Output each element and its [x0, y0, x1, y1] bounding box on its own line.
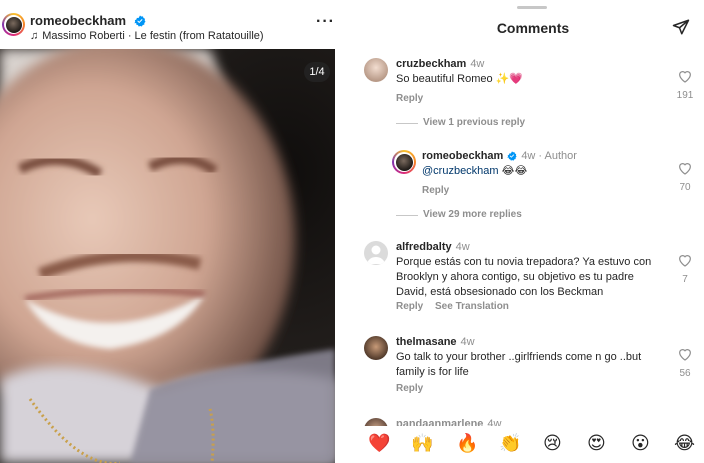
post-author-avatar[interactable]	[2, 13, 25, 36]
heart-outline-icon[interactable]	[677, 346, 693, 362]
surprised-emoji-button[interactable]: 😮	[631, 434, 650, 454]
send-icon[interactable]	[672, 18, 690, 36]
comment-text: So beautiful Romeo ✨💗	[396, 73, 524, 85]
more-options-icon[interactable]: ···	[316, 13, 335, 31]
comment-text: Porque estás con tu novia trepadora? Ya …	[396, 256, 652, 298]
crying-emoji-button[interactable]: 😢	[543, 434, 562, 454]
comment-username[interactable]: thelmasane 4w	[396, 336, 475, 348]
reply-button[interactable]: Reply	[396, 383, 423, 394]
verified-badge-icon	[134, 15, 146, 27]
pane-gutter	[335, 0, 362, 463]
heart-outline-icon[interactable]	[677, 68, 693, 84]
post-header: romeobeckham ♫ Massimo Roberti · Le festi…	[0, 0, 335, 48]
like-count: 56	[679, 368, 691, 379]
clapping-emoji-button[interactable]: 👏	[499, 434, 521, 454]
commenter-avatar[interactable]	[392, 150, 416, 174]
heart-outline-icon[interactable]	[677, 160, 693, 176]
comment-username[interactable]: alfredbalty 4w	[396, 241, 470, 253]
heart-outline-icon[interactable]	[677, 252, 693, 268]
image-counter: 1/4	[304, 62, 330, 82]
mention-link[interactable]: @cruzbeckham	[422, 165, 499, 177]
heart-eyes-emoji-button[interactable]: 😍	[587, 434, 606, 454]
see-translation-button[interactable]: See Translation	[435, 301, 509, 312]
heart-emoji-button[interactable]: ❤️	[368, 434, 390, 454]
post-author-name[interactable]: romeobeckham	[30, 13, 146, 28]
post-panel: romeobeckham ♫ Massimo Roberti · Le festi…	[0, 0, 335, 463]
commenter-avatar[interactable]	[364, 336, 388, 360]
post-audio[interactable]: ♫ Massimo Roberti · Le festin (from Ratat…	[30, 30, 264, 42]
music-note-icon: ♫	[30, 30, 39, 42]
comments-title: Comments	[496, 20, 570, 36]
replies-divider	[396, 215, 418, 216]
post-photo	[0, 49, 335, 463]
comment-text: @cruzbeckham 😂😂	[422, 165, 528, 177]
post-image[interactable]	[0, 49, 335, 463]
replies-divider	[396, 123, 418, 124]
view-more-replies[interactable]: View 29 more replies	[423, 209, 522, 220]
raised-hands-emoji-button[interactable]: 🙌	[411, 434, 433, 454]
emoji-reaction-bar: ❤️ 🙌 🔥 👏 😢 😍 😮 😂	[362, 426, 704, 463]
reply-button[interactable]: Reply	[396, 93, 423, 104]
like-count: 191	[676, 90, 694, 101]
reply-button[interactable]: Reply	[422, 185, 449, 196]
like-count: 70	[679, 182, 691, 193]
fire-emoji-button[interactable]: 🔥	[456, 434, 478, 454]
laughing-emoji-button[interactable]: 😂	[674, 434, 695, 454]
commenter-avatar[interactable]	[364, 58, 388, 82]
view-previous-replies[interactable]: View 1 previous reply	[423, 117, 525, 128]
comment-text: Go talk to your brother ..girlfriends co…	[396, 351, 642, 378]
comment-username[interactable]: cruzbeckham 4w	[396, 58, 484, 70]
like-count: 7	[682, 274, 688, 285]
comments-panel: Comments cruzbeckham 4w So beautiful Rome…	[362, 0, 704, 463]
verified-badge-icon	[507, 151, 517, 161]
comment-username[interactable]: romeobeckham 4w · Author	[422, 150, 577, 162]
reply-button[interactable]: Reply	[396, 301, 423, 312]
drag-handle[interactable]	[517, 6, 547, 9]
commenter-avatar[interactable]	[364, 241, 388, 265]
